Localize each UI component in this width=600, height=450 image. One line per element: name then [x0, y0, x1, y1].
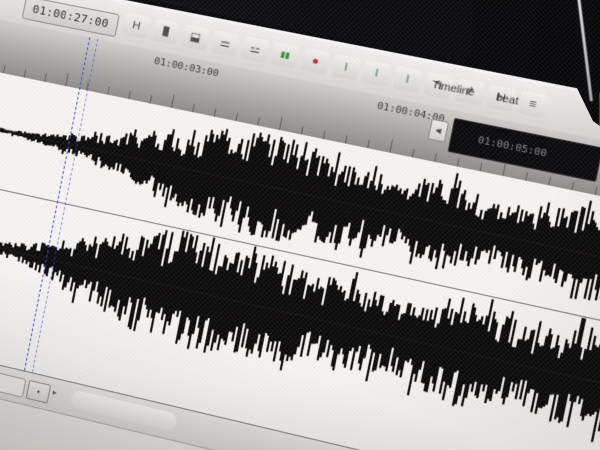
ruler-tick — [257, 117, 260, 125]
ruler-tick — [457, 158, 460, 166]
record-icon[interactable]: ● — [301, 48, 331, 75]
trim-head-icon[interactable]: H — [122, 13, 151, 40]
ruler-tick — [214, 108, 217, 116]
ruler-tick — [3, 65, 6, 73]
ruler-tick — [502, 162, 506, 176]
ruler-tick — [389, 139, 393, 152]
snap-icon[interactable]: ⚌ — [211, 30, 240, 57]
clip-icon[interactable]: ⬓ — [181, 24, 210, 51]
ruler-tick — [571, 182, 574, 191]
ruler-tick — [367, 140, 370, 148]
daw-screen: 01:00:27:00 H ▐▌ ⬓ ⚌ ⚍ ▮▮ ● I I I ↰ ↱ H ≡ Timeline bea… — [0, 0, 600, 450]
ruler-tick — [192, 104, 195, 112]
strip-arrow-icon[interactable]: ▸ — [52, 388, 58, 398]
ruler-tick — [279, 117, 283, 130]
ruler-tick — [412, 149, 415, 157]
ibeam-tool-icon-3[interactable]: I — [392, 66, 422, 94]
ruler-tick — [150, 95, 153, 103]
ibeam-tool-icon-2[interactable]: I — [362, 60, 392, 88]
ruler-tick — [107, 87, 110, 95]
ruler-tick — [301, 126, 304, 134]
ruler-prev-button[interactable]: ◀ — [428, 119, 449, 143]
ruler-tick — [65, 73, 69, 86]
strip-square-button[interactable]: ▪ — [26, 380, 51, 404]
ruler-tick — [595, 186, 598, 195]
monitor-bezel-highlight — [577, 0, 592, 101]
photo-of-monitor: 01:00:27:00 H ▐▌ ⬓ ⚌ ⚍ ▮▮ ● I I I ↰ ↱ H ≡ Timeline bea… — [0, 0, 600, 450]
ruler-tick — [24, 70, 27, 78]
pause-icon[interactable]: ▐▌ — [151, 18, 180, 45]
ruler-tick — [323, 131, 326, 139]
ibeam-tool-icon-1[interactable]: I — [331, 54, 361, 81]
ruler-tick — [235, 113, 238, 121]
ruler-tick — [171, 95, 175, 108]
ruler-tick — [525, 172, 528, 181]
sliders-icon[interactable]: ⚍ — [240, 36, 269, 63]
ruler-tick — [548, 177, 551, 186]
ruler-tick — [128, 91, 131, 99]
ruler-tick — [345, 135, 348, 143]
meter-icon[interactable]: ▮▮ — [270, 42, 299, 69]
ruler-tick — [44, 74, 47, 82]
strip-blank-button[interactable] — [0, 371, 26, 398]
ruler-tick — [480, 163, 483, 171]
ruler-tick — [434, 154, 437, 162]
